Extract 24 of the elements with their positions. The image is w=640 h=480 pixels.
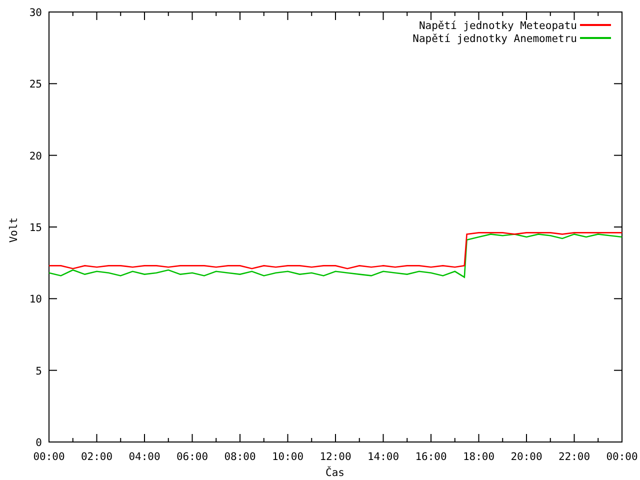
x-tick-label: 00:00: [606, 451, 638, 463]
x-tick-label: 10:00: [272, 451, 304, 463]
y-tick-label: 0: [36, 437, 42, 449]
legend-label: Napětí jednotky Meteopatu: [418, 20, 577, 32]
x-tick-label: 22:00: [558, 451, 590, 463]
x-tick-label: 20:00: [510, 451, 542, 463]
x-tick-label: 04:00: [128, 451, 160, 463]
y-tick-label: 15: [29, 222, 42, 234]
x-axis-title: Čas: [326, 467, 344, 479]
legend-label: Napětí jednotky Anemometru: [412, 33, 577, 45]
y-tick-label: 30: [29, 7, 42, 19]
x-tick-label: 14:00: [367, 451, 400, 463]
y-tick-label: 20: [29, 150, 42, 162]
x-tick-label: 12:00: [320, 451, 352, 463]
x-tick-label: 02:00: [80, 451, 113, 463]
y-axis-title: Volt: [8, 217, 20, 243]
x-tick-label: 06:00: [176, 451, 208, 463]
y-tick-label: 10: [29, 294, 42, 306]
y-tick-label: 5: [36, 365, 42, 378]
x-tick-label: 16:00: [415, 451, 447, 463]
x-tick-label: 00:00: [33, 451, 65, 463]
x-tick-label: 08:00: [224, 451, 256, 463]
y-tick-label: 25: [29, 78, 42, 91]
x-tick-label: 18:00: [462, 451, 495, 463]
